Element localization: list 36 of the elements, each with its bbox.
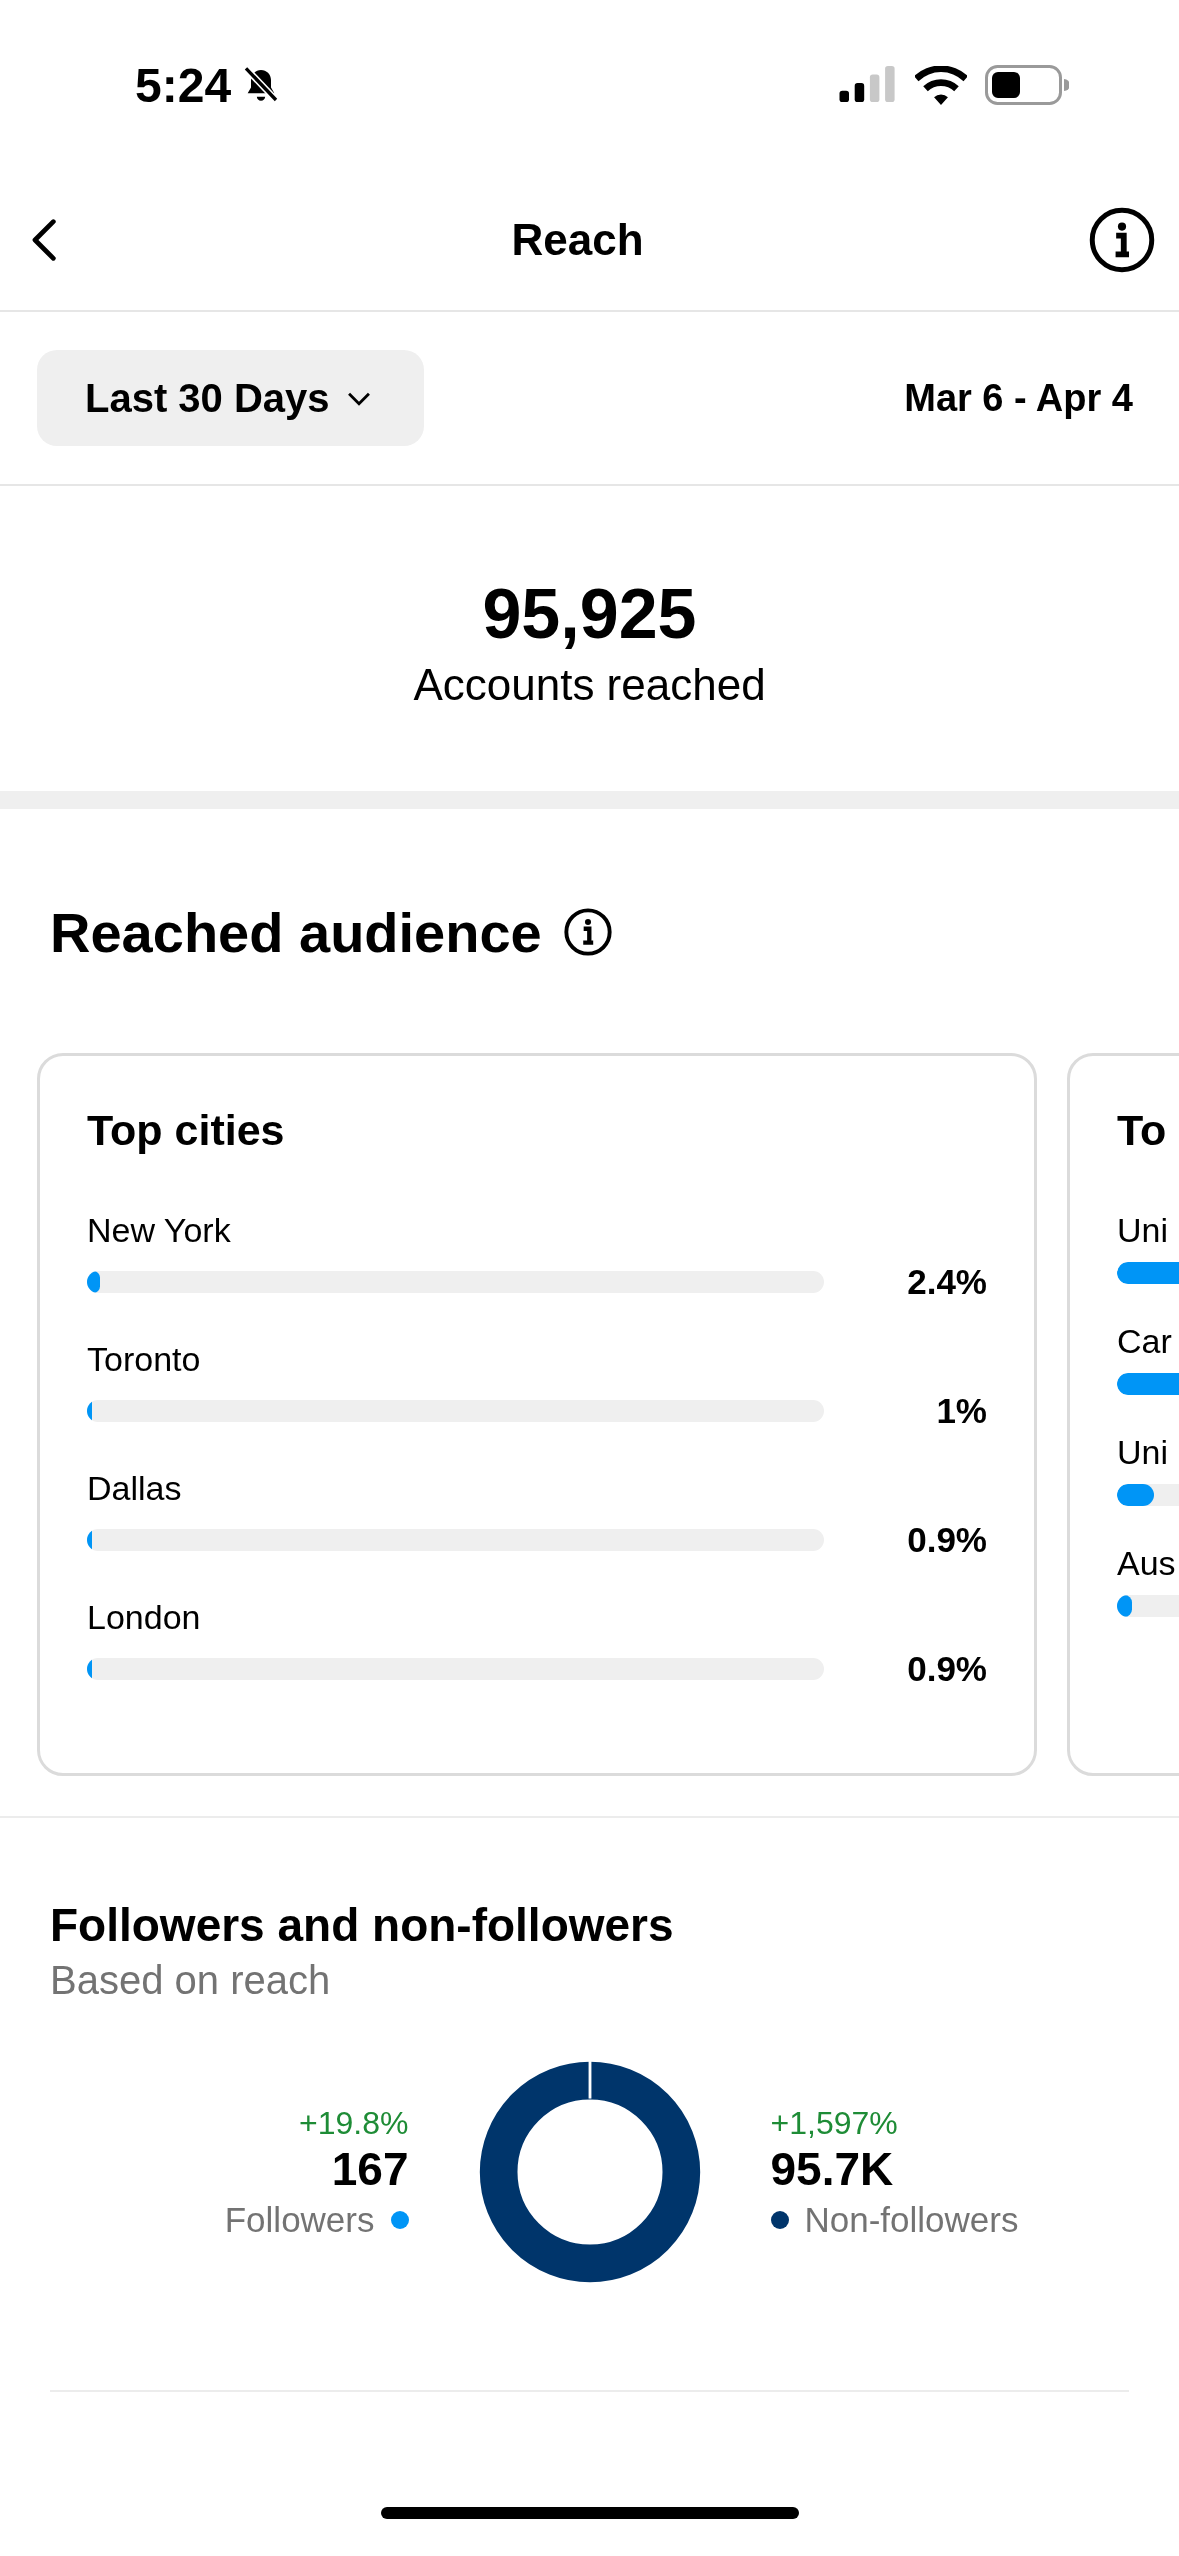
percentage: 1% bbox=[936, 1391, 987, 1431]
percentage: 0.9% bbox=[907, 1649, 987, 1689]
legend-label: Non-followers bbox=[804, 2199, 1019, 2240]
period-dropdown[interactable]: Last 30 Days bbox=[37, 350, 424, 446]
wifi-icon bbox=[915, 65, 967, 105]
battery-icon bbox=[985, 65, 1069, 105]
legend-label: Followers bbox=[224, 2199, 375, 2240]
percentage: 2.4% bbox=[907, 1262, 987, 1302]
status-time: 5:24 bbox=[135, 57, 232, 113]
percentage: 0.9% bbox=[907, 1520, 987, 1560]
audience-card[interactable]: To Uni Car Uni Aus bbox=[1067, 1053, 1179, 1776]
count-value: 95.7K bbox=[770, 2141, 894, 2196]
info-icon bbox=[1087, 205, 1157, 275]
section-title: Reached audience bbox=[50, 899, 542, 965]
location-label: Toronto bbox=[87, 1340, 202, 1379]
date-range: Mar 6 - Apr 4 bbox=[904, 376, 1133, 420]
location-label: Dallas bbox=[87, 1469, 183, 1508]
page-title: Reach bbox=[511, 215, 644, 265]
accounts-reached-count: 95,925 bbox=[482, 573, 697, 654]
card-title: To bbox=[1117, 1106, 1168, 1155]
accounts-reached-label: Accounts reached bbox=[413, 659, 766, 710]
location-label: New York bbox=[87, 1211, 232, 1250]
location-label: Uni bbox=[1117, 1433, 1170, 1472]
signal-icon bbox=[839, 66, 897, 104]
info-icon bbox=[561, 906, 614, 958]
location-label: Car bbox=[1117, 1322, 1173, 1361]
audience-card[interactable]: Top cities New York 2.4% Toronto 1% Dallas 0.9% London 0.9% bbox=[37, 1053, 1037, 1776]
count-value: 167 bbox=[331, 2141, 409, 2196]
location-label: Uni bbox=[1117, 1211, 1170, 1250]
change-percent: +1,597% bbox=[770, 2104, 898, 2142]
location-label: Aus bbox=[1117, 1544, 1177, 1583]
section-subtitle: Based on reach bbox=[50, 1958, 332, 2003]
section-title: Followers and non-followers bbox=[50, 1898, 675, 1952]
card-title: Top cities bbox=[87, 1106, 286, 1155]
location-label: London bbox=[87, 1598, 202, 1637]
change-percent: +19.8% bbox=[299, 2104, 409, 2142]
